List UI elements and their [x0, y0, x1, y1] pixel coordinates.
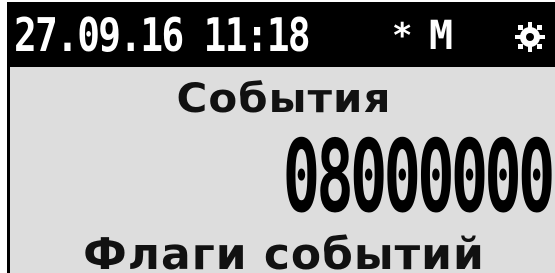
datetime: 27.09.16 11:18: [14, 8, 311, 62]
star-icon: *: [392, 16, 413, 56]
gear-icon: [515, 22, 545, 52]
status-bar: 27.09.16 11:18 * M: [10, 5, 555, 67]
device-screen: 27.09.16 11:18 * M События 08000000 Флаг…: [0, 0, 555, 273]
screen-title: События: [176, 76, 392, 122]
lcd-display: 27.09.16 11:18 * M События 08000000 Флаг…: [7, 2, 555, 273]
mode-indicator: M: [429, 13, 454, 59]
event-flags-label: Флаги событий: [83, 229, 485, 273]
events-counter: 08000000: [283, 118, 555, 235]
